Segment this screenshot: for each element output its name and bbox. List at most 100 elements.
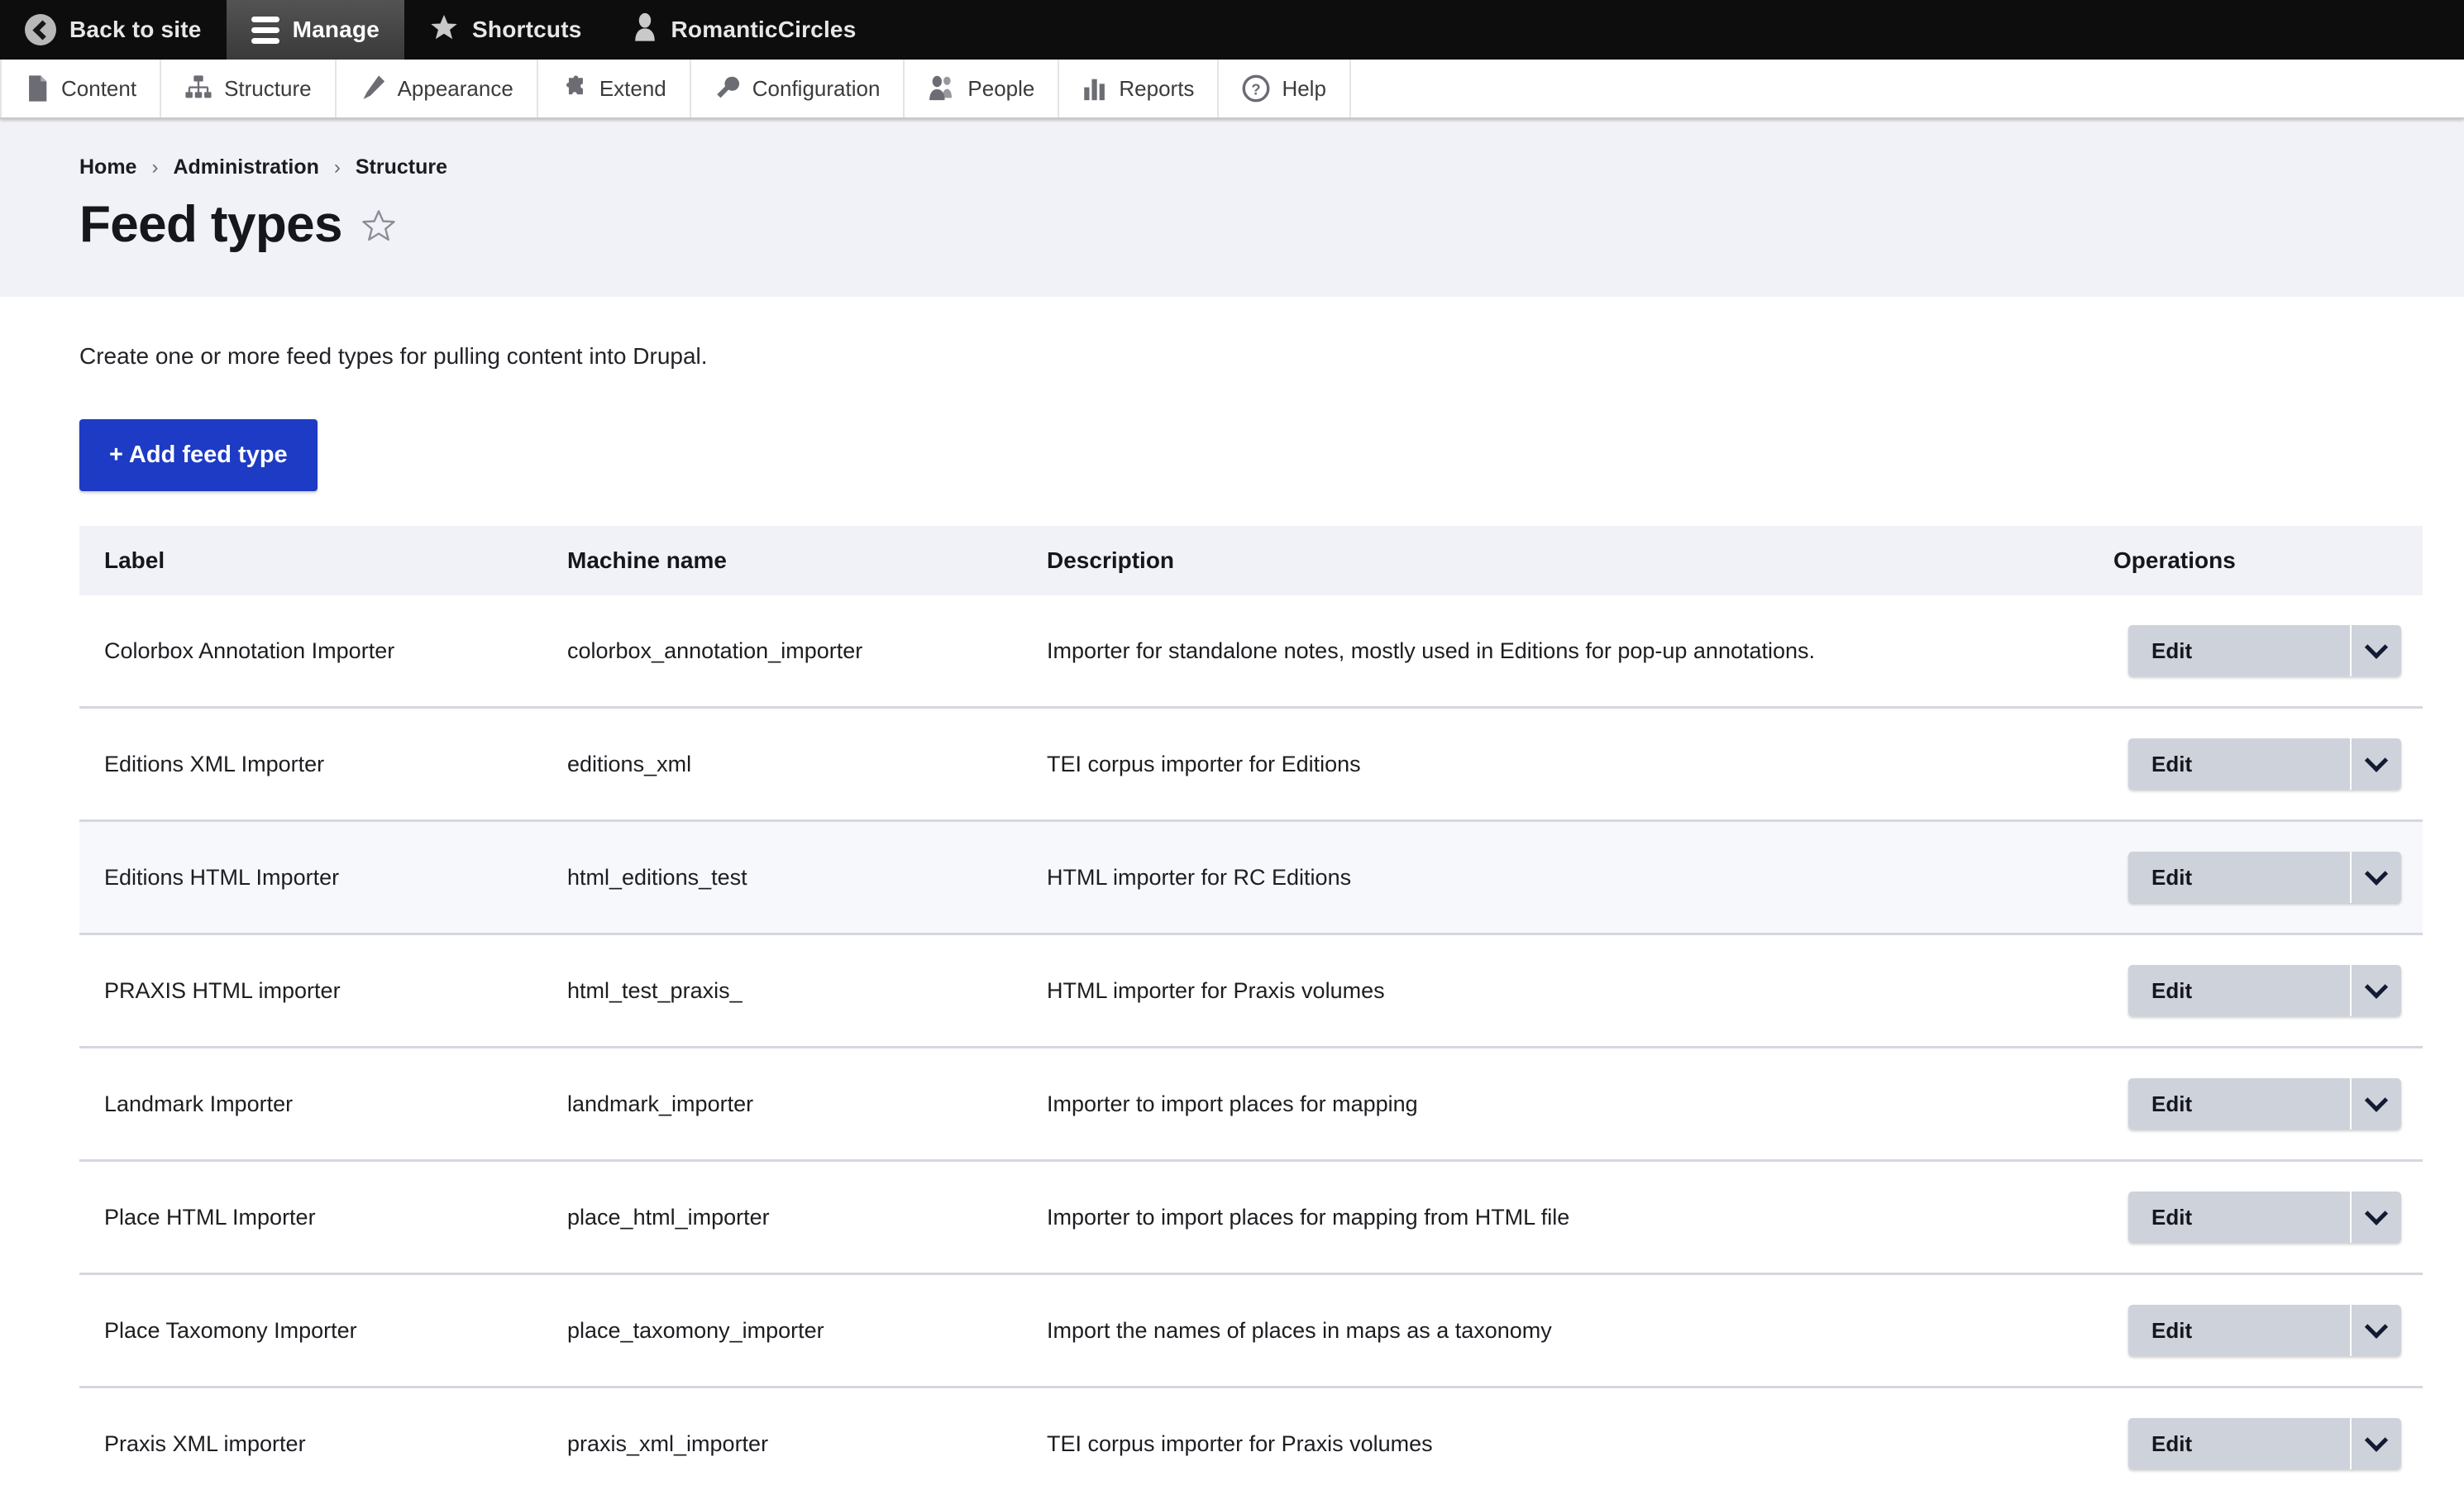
edit-button[interactable]: Edit: [2128, 965, 2350, 1016]
cell-operations: Edit: [2089, 819, 2423, 935]
cell-label: Colorbox Annotation Importer: [79, 595, 542, 709]
admin-menu-item-people[interactable]: People: [905, 60, 1060, 117]
svg-text:?: ?: [1252, 81, 1261, 98]
cell-operations: Edit: [2089, 595, 2423, 709]
edit-button[interactable]: Edit: [2128, 852, 2350, 903]
cell-machine-name: html_test_praxis_: [542, 934, 1022, 1048]
admin-menu-bar: Content Structure Appearance Extend Conf…: [0, 60, 2464, 119]
edit-button[interactable]: Edit: [2128, 1305, 2350, 1356]
cell-description: Importer for standalone notes, mostly us…: [1022, 595, 2089, 709]
operations-dropdown-toggle[interactable]: [2350, 1305, 2401, 1356]
cell-label: Landmark Importer: [79, 1047, 542, 1162]
chevron-down-icon: [2364, 1315, 2389, 1339]
table-row: PRAXIS HTML importer html_test_praxis_ HTM…: [79, 934, 2423, 1048]
table-row: Colorbox Annotation Importer colorbox_ann…: [79, 595, 2423, 709]
appearance-brush-icon: [360, 74, 386, 103]
page-header: Home › Administration › Structure Feed t…: [0, 119, 2464, 297]
edit-button[interactable]: Edit: [2128, 738, 2350, 790]
admin-menu-item-extend[interactable]: Extend: [538, 60, 691, 117]
help-question-icon: ?: [1242, 74, 1270, 103]
page-title: Feed types: [79, 196, 343, 253]
breadcrumb-item-administration[interactable]: Administration: [173, 155, 318, 179]
edit-button[interactable]: Edit: [2128, 1078, 2350, 1130]
breadcrumb-item-structure[interactable]: Structure: [356, 155, 447, 179]
user-icon: [632, 12, 658, 48]
table-body: Colorbox Annotation Importer colorbox_ann…: [79, 595, 2423, 1495]
edit-button[interactable]: Edit: [2128, 625, 2350, 676]
feed-types-table: Label Machine name Description Operation…: [79, 526, 2423, 1495]
toolbar-item-user-account[interactable]: RomanticCircles: [607, 0, 881, 60]
operations-dropdown-toggle[interactable]: [2350, 852, 2401, 903]
table-row: Place Taxomony Importer place_taxomony_im…: [79, 1273, 2423, 1388]
content-page-icon: [25, 74, 50, 103]
operations-split-button: Edit: [2113, 625, 2423, 676]
cell-operations: Edit: [2089, 934, 2423, 1048]
breadcrumb-separator: ›: [151, 155, 159, 179]
toolbar-item-label: Manage: [292, 17, 380, 42]
chevron-down-icon: [2364, 1201, 2389, 1225]
back-arrow-icon: [25, 14, 56, 45]
cell-machine-name: editions_xml: [542, 707, 1022, 822]
cell-machine-name: place_html_importer: [542, 1160, 1022, 1275]
admin-menu-item-label: Structure: [224, 75, 312, 101]
cell-label: Editions XML Importer: [79, 707, 542, 822]
structure-tree-icon: [184, 74, 212, 103]
operations-dropdown-toggle[interactable]: [2350, 738, 2401, 790]
add-feed-type-button[interactable]: + Add feed type: [79, 419, 318, 491]
people-icon: [928, 74, 956, 103]
cell-label: Place HTML Importer: [79, 1160, 542, 1275]
operations-split-button: Edit: [2113, 1418, 2423, 1469]
cell-label: Place Taxomony Importer: [79, 1273, 542, 1388]
operations-split-button: Edit: [2113, 1305, 2423, 1356]
column-header-machine-name: Machine name: [542, 526, 1022, 595]
table-row: Landmark Importer landmark_importer Import…: [79, 1047, 2423, 1162]
cell-operations: Edit: [2089, 1387, 2423, 1495]
table-header-row: Label Machine name Description Operation…: [79, 526, 2423, 595]
admin-menu-item-structure[interactable]: Structure: [161, 60, 337, 117]
operations-dropdown-toggle[interactable]: [2350, 1418, 2401, 1469]
toolbar-item-label: Back to site: [69, 17, 202, 42]
operations-dropdown-toggle[interactable]: [2350, 625, 2401, 676]
cell-label: Praxis XML importer: [79, 1387, 542, 1495]
toolbar-item-manage[interactable]: Manage: [226, 0, 405, 60]
operations-split-button: Edit: [2113, 1192, 2423, 1243]
toolbar-item-label: Shortcuts: [472, 17, 582, 42]
main-content: Create one or more feed types for pullin…: [0, 297, 2464, 1495]
admin-menu-item-content[interactable]: Content: [0, 60, 162, 117]
admin-menu-item-help[interactable]: ? Help: [1219, 60, 1351, 117]
table-row: Place HTML Importer place_html_importer Im…: [79, 1160, 2423, 1275]
breadcrumb-item-home[interactable]: Home: [79, 155, 136, 179]
intro-text: Create one or more feed types for pullin…: [79, 343, 708, 369]
operations-dropdown-toggle[interactable]: [2350, 965, 2401, 1016]
operations-split-button: Edit: [2113, 852, 2423, 903]
breadcrumb-separator: ›: [333, 155, 341, 179]
cell-machine-name: praxis_xml_importer: [542, 1387, 1022, 1495]
admin-menu-item-appearance[interactable]: Appearance: [337, 60, 538, 117]
operations-split-button: Edit: [2113, 738, 2423, 790]
title-row: Feed types: [79, 199, 2464, 251]
cell-machine-name: colorbox_annotation_importer: [542, 595, 1022, 709]
edit-button[interactable]: Edit: [2128, 1418, 2350, 1469]
cell-machine-name: html_editions_test: [542, 819, 1022, 935]
admin-menu-item-configuration[interactable]: Configuration: [691, 60, 905, 117]
table-row: Editions HTML Importer html_editions_test…: [79, 819, 2423, 935]
admin-menu-item-label: Reports: [1119, 75, 1195, 101]
star-outline-icon[interactable]: [361, 208, 397, 248]
operations-split-button: Edit: [2113, 965, 2423, 1016]
cell-description: Import the names of places in maps as a …: [1022, 1273, 2089, 1388]
operations-dropdown-toggle[interactable]: [2350, 1078, 2401, 1130]
table-header: Label Machine name Description Operation…: [79, 526, 2423, 595]
toolbar-item-back-to-site[interactable]: Back to site: [0, 0, 227, 60]
admin-menu-item-reports[interactable]: Reports: [1059, 60, 1220, 117]
cell-description: HTML importer for Praxis volumes: [1022, 934, 2089, 1048]
table-row: Editions XML Importer editions_xml TEI cor…: [79, 707, 2423, 822]
cell-description: Importer to import places for mapping fr…: [1022, 1160, 2089, 1275]
toolbar-item-shortcuts[interactable]: Shortcuts: [404, 0, 606, 60]
cell-operations: Edit: [2089, 1273, 2423, 1388]
table-row: Praxis XML importer praxis_xml_importer TE…: [79, 1387, 2423, 1495]
cell-operations: Edit: [2089, 1047, 2423, 1162]
operations-dropdown-toggle[interactable]: [2350, 1192, 2401, 1243]
edit-button[interactable]: Edit: [2128, 1192, 2350, 1243]
operations-split-button: Edit: [2113, 1078, 2423, 1130]
cell-label: PRAXIS HTML importer: [79, 934, 542, 1048]
